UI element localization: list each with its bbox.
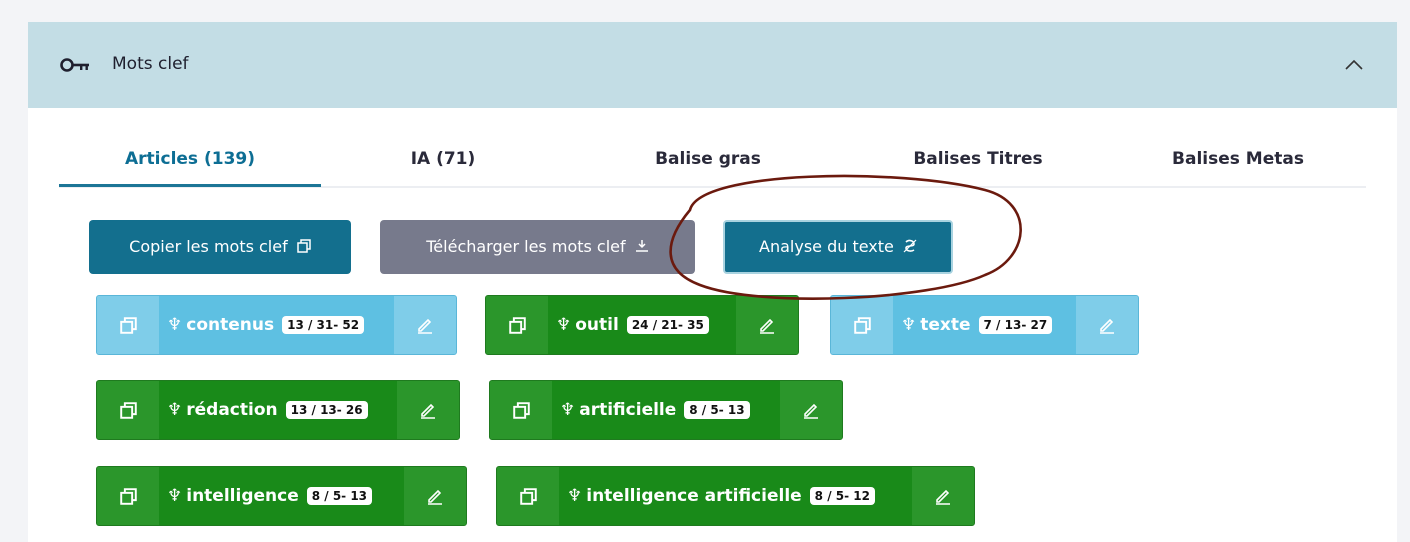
chevron-up-icon[interactable] [1345,59,1363,71]
trophy-icon: ♆ [901,315,917,335]
keyword-count-badge: 7 / 13- 27 [978,316,1053,334]
keyword-label-area: ♆ intelligence 8 / 5- 13 [159,467,404,525]
keyword-chip: ♆ intelligence artificielle 8 / 5- 12 [496,466,975,526]
keyword-count-badge: 24 / 21- 35 [626,316,709,334]
copy-icon [853,316,871,334]
scan-text-icon [903,239,917,253]
edit-keyword-button[interactable] [736,296,798,354]
keyword-word: rédaction [186,400,278,420]
panel-title: Mots clef [112,54,189,74]
tab-balises-titres[interactable]: Balises Titres [888,149,1068,169]
keyword-label-area: ♆ rédaction 13 / 13- 26 [159,381,397,439]
edit-keyword-button[interactable] [1076,296,1138,354]
edit-pencil-icon [936,489,950,505]
edit-keyword-button[interactable] [394,296,456,354]
copy-icon [297,239,311,253]
keyword-chip: ♆ intelligence 8 / 5- 13 [96,466,467,526]
active-tab-indicator [59,184,321,187]
copy-keywords-label: Copier les mots clef [129,237,288,256]
keyword-word: artificielle [579,400,677,420]
panel-header[interactable]: Mots clef [28,22,1397,108]
keyword-word: texte [920,315,971,335]
keyword-word: intelligence artificielle [586,486,802,506]
edit-pencil-icon [428,489,442,505]
edit-keyword-button[interactable] [404,467,466,525]
download-keywords-button[interactable]: Télécharger les mots clef [380,220,695,274]
trophy-icon: ♆ [167,400,183,420]
edit-pencil-icon [760,318,774,334]
edit-pencil-icon [421,403,435,419]
copy-keyword-button[interactable] [97,467,159,525]
edit-pencil-icon [804,403,818,419]
tab-articles[interactable]: Articles (139) [59,149,321,169]
keyword-label-area: ♆ intelligence artificielle 8 / 5- 12 [559,467,912,525]
copy-keyword-button[interactable] [497,467,559,525]
trophy-icon: ♆ [167,315,183,335]
keyword-chip: ♆ texte 7 / 13- 27 [830,295,1139,355]
tab-ia[interactable]: IA (71) [378,149,508,169]
download-icon [635,240,648,252]
keyword-word: contenus [186,315,275,335]
copy-keyword-button[interactable] [97,296,159,354]
keyword-word: outil [575,315,619,335]
copy-keyword-button[interactable] [97,381,159,439]
analyse-text-label: Analyse du texte [759,237,894,256]
keyword-label-area: ♆ artificielle 8 / 5- 13 [552,381,780,439]
key-icon [60,58,89,72]
keyword-count-badge: 8 / 5- 12 [809,487,875,505]
keyword-count-badge: 8 / 5- 13 [306,487,373,505]
copy-keyword-button[interactable] [831,296,893,354]
keyword-label-area: ♆ contenus 13 / 31- 52 [159,296,394,354]
keyword-chip: ♆ rédaction 13 / 13- 26 [96,380,460,440]
trophy-icon: ♆ [167,486,183,506]
keyword-label-area: ♆ texte 7 / 13- 27 [893,296,1076,354]
keyword-count-badge: 13 / 31- 52 [282,316,365,334]
keyword-chip: ♆ contenus 13 / 31- 52 [96,295,457,355]
edit-keyword-button[interactable] [397,381,459,439]
copy-icon [119,401,137,419]
edit-pencil-icon [418,318,432,334]
keyword-label-area: ♆ outil 24 / 21- 35 [548,296,736,354]
copy-icon [512,401,530,419]
edit-keyword-button[interactable] [780,381,842,439]
keyword-word: intelligence [186,486,299,506]
keyword-chip: ♆ outil 24 / 21- 35 [485,295,799,355]
keyword-chip: ♆ artificielle 8 / 5- 13 [489,380,843,440]
copy-keywords-button[interactable]: Copier les mots clef [89,220,351,274]
copy-keyword-button[interactable] [490,381,552,439]
copy-icon [119,487,137,505]
keyword-count-badge: 8 / 5- 13 [684,401,750,419]
keyword-count-badge: 13 / 13- 26 [285,401,368,419]
trophy-icon: ♆ [560,400,576,420]
copy-icon [519,487,537,505]
copy-icon [508,316,526,334]
edit-keyword-button[interactable] [912,467,974,525]
edit-pencil-icon [1100,318,1114,334]
copy-icon [119,316,137,334]
download-keywords-label: Télécharger les mots clef [426,237,626,256]
tab-balise-gras[interactable]: Balise gras [628,149,788,169]
keywords-panel: Mots clef Articles (139) IA (71) Balise … [28,22,1397,542]
trophy-icon: ♆ [567,486,583,506]
trophy-icon: ♆ [556,315,572,335]
copy-keyword-button[interactable] [486,296,548,354]
tab-balises-metas[interactable]: Balises Metas [1148,149,1328,169]
analyse-text-button[interactable]: Analyse du texte [723,220,953,274]
